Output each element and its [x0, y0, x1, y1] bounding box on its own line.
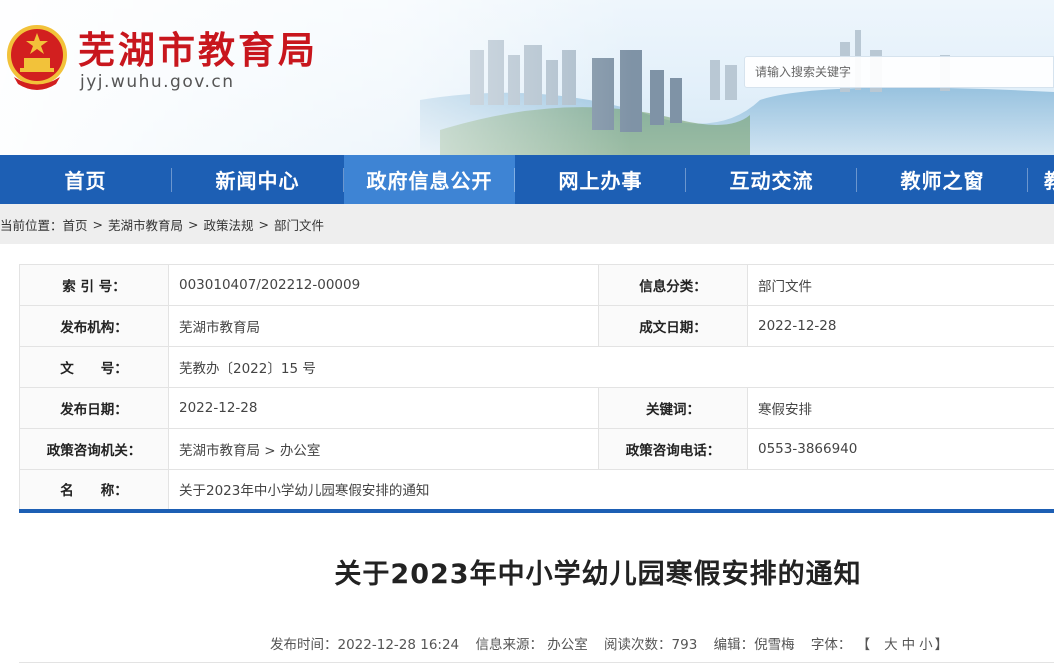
table-row: 发布机构： 芜湖市教育局 成文日期： 2022-12-28	[19, 305, 1054, 347]
nav-item-gov-info[interactable]: 政府信息公开	[344, 155, 515, 204]
article-title: 关于2023年中小学幼儿园寒假安排的通知	[334, 559, 862, 590]
breadcrumb: 当前位置： 首页 > 芜湖市教育局 > 政策法规 > 部门文件	[0, 204, 1054, 244]
view-count: 阅读次数：793	[604, 637, 698, 653]
breadcrumb-prefix: 当前位置：	[0, 217, 63, 233]
doc-number-value: 芜教办〔2022〕15 号	[168, 346, 1054, 388]
doc-name-value: 关于2023年中小学幼儿园寒假安排的通知	[168, 469, 1054, 511]
created-date-value: 2022-12-28	[747, 305, 1054, 347]
bracket-open: 【	[863, 637, 871, 653]
font-size-label: 字体：	[810, 637, 852, 653]
breadcrumb-link-home[interactable]: 首页	[63, 215, 88, 234]
category-value: 部门文件	[747, 264, 1054, 306]
consult-tel-label: 政策咨询电话：	[598, 428, 748, 470]
search-input[interactable]	[755, 65, 1043, 79]
nav-item-interaction[interactable]: 互动交流	[686, 155, 857, 204]
publish-date-label: 发布日期：	[19, 387, 169, 429]
breadcrumb-separator: >	[188, 216, 199, 232]
table-row: 名 称： 关于2023年中小学幼儿园寒假安排的通知	[19, 469, 1054, 511]
info-source: 信息来源： 办公室	[475, 637, 588, 653]
article-meta: 发布时间：2022-12-28 16:24 信息来源： 办公室 阅读次数：793…	[270, 633, 960, 653]
consult-org-value: 芜湖市教育局 > 办公室	[168, 428, 599, 470]
nav-item-truncated[interactable]: 教	[1028, 155, 1054, 204]
breadcrumb-link-policies[interactable]: 政策法规	[204, 215, 254, 234]
nav-item-online-services[interactable]: 网上办事	[515, 155, 686, 204]
table-row: 文 号： 芜教办〔2022〕15 号	[19, 346, 1054, 388]
document-info-table: 索 引 号： 003010407/202212-00009 信息分类： 部门文件…	[19, 264, 1054, 513]
breadcrumb-link-dept-docs[interactable]: 部门文件	[274, 215, 324, 234]
index-value: 003010407/202212-00009	[168, 264, 599, 306]
breadcrumb-separator: >	[258, 216, 270, 232]
index-label: 索 引 号：	[19, 264, 169, 306]
nav-item-teachers[interactable]: 教师之窗	[857, 155, 1028, 204]
breadcrumb-separator: >	[92, 216, 104, 232]
font-size-control: 字体： 【大中小】	[811, 637, 960, 653]
publisher-value: 芜湖市教育局	[168, 305, 599, 347]
publish-date-value: 2022-12-28	[168, 387, 599, 429]
category-label: 信息分类：	[598, 264, 748, 306]
divider	[19, 662, 1054, 663]
consult-tel-value: 0553-3866940	[747, 428, 1054, 470]
keyword-value: 寒假安排	[747, 387, 1054, 429]
consult-org-label: 政策咨询机关：	[19, 428, 169, 470]
search-box[interactable]	[744, 56, 1054, 88]
doc-name-label: 名 称：	[19, 469, 169, 511]
site-url: jyj.wuhu.gov.cn	[80, 72, 235, 92]
keyword-label: 关键词：	[598, 387, 748, 429]
table-row: 索 引 号： 003010407/202212-00009 信息分类： 部门文件	[19, 264, 1054, 306]
nav-item-news[interactable]: 新闻中心	[172, 155, 343, 204]
site-header: 芜湖市教育局 jyj.wuhu.gov.cn	[0, 0, 1054, 155]
font-large-button[interactable]: 大	[884, 637, 898, 653]
created-date-label: 成文日期：	[598, 305, 748, 347]
doc-number-label: 文 号：	[19, 346, 169, 388]
font-medium-button[interactable]: 中	[902, 637, 916, 653]
nav-item-home[interactable]: 首页	[0, 155, 171, 204]
table-row: 政策咨询机关： 芜湖市教育局 > 办公室 政策咨询电话： 0553-386694…	[19, 428, 1054, 470]
editor: 编辑：倪雪梅	[713, 637, 795, 653]
table-row: 发布日期： 2022-12-28 关键词： 寒假安排	[19, 387, 1054, 429]
bracket-close: 】	[934, 637, 949, 653]
publish-time: 发布时间：2022-12-28 16:24	[270, 637, 460, 653]
national-emblem-icon	[7, 25, 67, 90]
site-title: 芜湖市教育局	[78, 29, 318, 72]
main-nav: 首页 新闻中心 政府信息公开 网上办事 互动交流 教师之窗 教	[0, 155, 1054, 204]
publisher-label: 发布机构：	[19, 305, 169, 347]
breadcrumb-link-bureau[interactable]: 芜湖市教育局	[108, 215, 183, 234]
font-small-button[interactable]: 小	[919, 637, 933, 653]
